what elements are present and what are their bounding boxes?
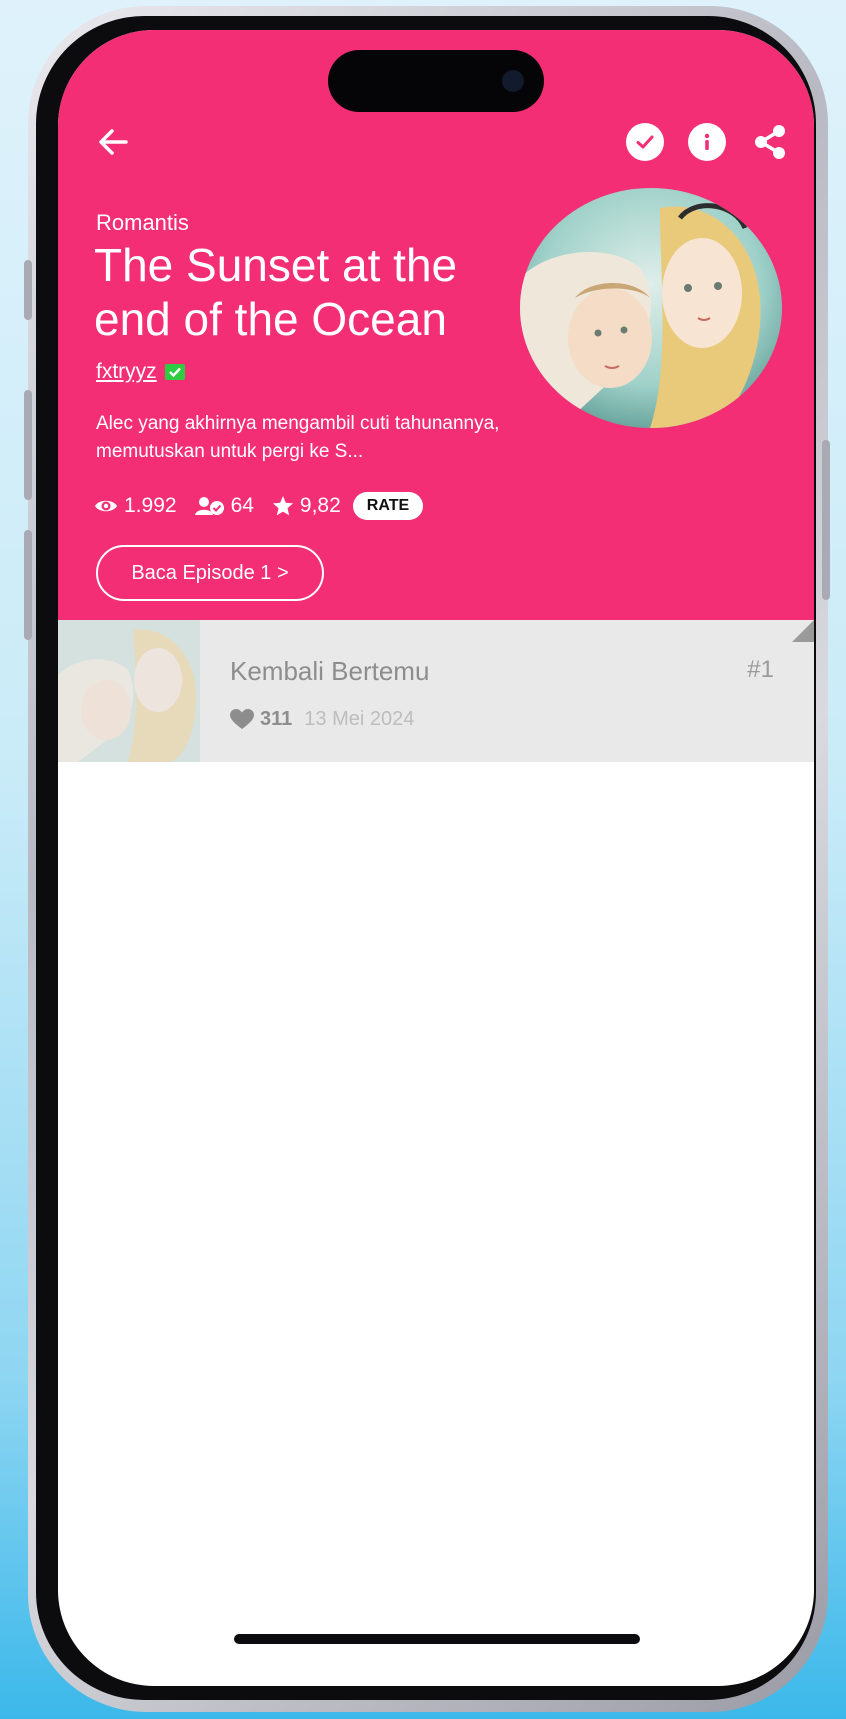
verified-icon [164, 364, 185, 380]
info-icon [704, 133, 710, 150]
series-cover-image [520, 188, 782, 428]
rating-stat: 9,82 [272, 494, 341, 518]
author-row: fxtryyz [96, 360, 185, 384]
episode-title: Kembali Bertemu [230, 656, 430, 686]
heart-icon [230, 709, 254, 729]
home-indicator[interactable] [234, 1634, 640, 1644]
eye-icon [95, 500, 117, 512]
share-button[interactable] [750, 122, 790, 162]
read-episode-1-button[interactable]: Baca Episode 1 > [96, 545, 324, 601]
episode-number: #1 [747, 656, 774, 683]
views-count: 1.992 [124, 494, 177, 517]
genre-label: Romantis [96, 210, 189, 235]
episode-date: 13 Mei 2024 [304, 708, 415, 730]
rating-value: 9,82 [299, 494, 341, 517]
dynamic-island [328, 50, 544, 112]
camera-icon [502, 70, 524, 92]
app-screen: Romantis The Sunset at the end of the Oc… [58, 30, 814, 1686]
episode-list-item[interactable]: Kembali Bertemu 311 13 Mei 2024 #1 [58, 620, 814, 762]
share-icon [755, 125, 785, 159]
series-stats: 1.992 64 9,82 RATE [94, 492, 424, 520]
info-button[interactable] [688, 123, 726, 161]
episode-meta: 311 13 Mei 2024 [230, 708, 414, 731]
back-button[interactable] [94, 122, 134, 162]
episode-likes-count: 311 [260, 708, 293, 730]
star-icon [272, 496, 293, 516]
header-actions [626, 122, 790, 162]
phone-volume-up-button [24, 390, 32, 500]
author-link[interactable]: fxtryyz [96, 360, 157, 384]
subscribers-stat: 64 [194, 494, 254, 518]
series-header: Romantis The Sunset at the end of the Oc… [58, 30, 814, 620]
arrow-left-icon [99, 129, 128, 155]
phone-power-button [822, 440, 830, 600]
check-icon [636, 135, 654, 149]
views-stat: 1.992 [94, 494, 177, 518]
subscribers-count: 64 [230, 494, 254, 517]
series-description[interactable]: Alec yang akhirnya mengambil cuti tahuna… [96, 410, 566, 466]
phone-action-button [24, 260, 32, 320]
series-title: The Sunset at the end of the Ocean [94, 239, 458, 345]
new-episode-corner-marker [792, 620, 814, 642]
episode-thumbnail [58, 620, 200, 762]
episode-likes: 311 [230, 708, 292, 731]
phone-volume-down-button [24, 530, 32, 640]
rate-button[interactable]: RATE [352, 492, 424, 520]
user-check-icon [194, 497, 224, 515]
subscribe-button[interactable] [626, 123, 664, 161]
